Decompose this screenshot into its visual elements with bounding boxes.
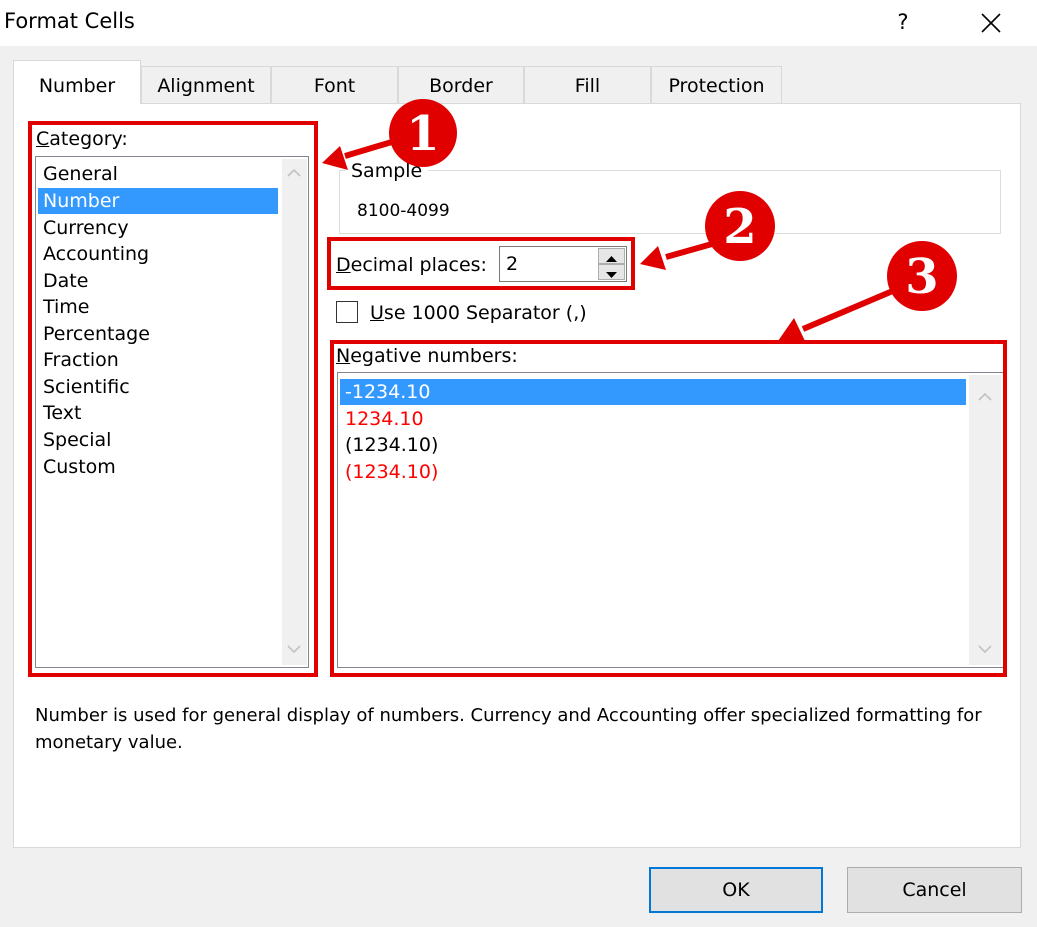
decimal-places-label: Decimal places: bbox=[336, 254, 487, 276]
tab-protection[interactable]: Protection bbox=[651, 66, 782, 103]
list-item[interactable]: (1234.10) bbox=[340, 432, 966, 458]
close-button[interactable] bbox=[974, 6, 1008, 40]
list-item[interactable]: Text bbox=[38, 400, 278, 426]
ok-button[interactable]: OK bbox=[649, 867, 823, 913]
list-item[interactable]: Percentage bbox=[38, 321, 278, 347]
window-title: Format Cells bbox=[4, 9, 135, 33]
tab-border[interactable]: Border bbox=[398, 66, 524, 103]
list-item[interactable]: Number bbox=[38, 188, 278, 214]
use-1000-separator-label[interactable]: Use 1000 Separator (,) bbox=[370, 302, 587, 324]
list-item[interactable]: Date bbox=[38, 268, 278, 294]
tab-alignment[interactable]: Alignment bbox=[141, 66, 271, 103]
cancel-button[interactable]: Cancel bbox=[847, 867, 1022, 913]
list-item[interactable]: 1234.10 bbox=[340, 406, 966, 432]
negative-numbers-scrollbar[interactable] bbox=[969, 375, 1001, 665]
sample-value: 8100-4099 bbox=[357, 201, 450, 221]
spin-down-icon bbox=[606, 272, 617, 278]
list-item[interactable]: General bbox=[38, 161, 278, 187]
sample-label: Sample bbox=[345, 160, 429, 182]
category-label: Category: bbox=[36, 128, 128, 150]
number-tab-panel: Category: General Number Currency Accoun… bbox=[13, 103, 1021, 848]
list-item[interactable]: Fraction bbox=[38, 347, 278, 373]
negative-numbers-label: Negative numbers: bbox=[336, 345, 518, 367]
scroll-down-icon[interactable] bbox=[284, 639, 304, 659]
list-item[interactable]: -1234.10 bbox=[340, 379, 966, 405]
close-icon bbox=[981, 13, 1001, 33]
list-item[interactable]: Custom bbox=[38, 454, 278, 480]
list-item[interactable]: Special bbox=[38, 427, 278, 453]
list-item[interactable]: Currency bbox=[38, 215, 278, 241]
title-bar: Format Cells ? bbox=[0, 0, 1037, 46]
tab-font[interactable]: Font bbox=[271, 66, 398, 103]
help-button[interactable]: ? bbox=[888, 6, 918, 38]
list-item[interactable]: Time bbox=[38, 294, 278, 320]
category-list[interactable]: General Number Currency Accounting Date … bbox=[35, 156, 309, 668]
spin-up-button[interactable] bbox=[598, 248, 625, 264]
list-item[interactable]: Scientific bbox=[38, 374, 278, 400]
list-item[interactable]: (1234.10) bbox=[340, 459, 966, 485]
category-scrollbar[interactable] bbox=[282, 159, 307, 665]
negative-numbers-list[interactable]: -1234.10 1234.10 (1234.10) (1234.10) bbox=[337, 372, 1004, 668]
category-description: Number is used for general display of nu… bbox=[35, 705, 982, 753]
scroll-up-icon[interactable] bbox=[284, 163, 304, 183]
tab-number[interactable]: Number bbox=[13, 60, 141, 104]
spin-down-button[interactable] bbox=[598, 264, 625, 280]
use-1000-separator-checkbox[interactable] bbox=[336, 301, 358, 323]
scroll-down-icon[interactable] bbox=[975, 639, 995, 659]
tab-fill[interactable]: Fill bbox=[524, 66, 651, 103]
scroll-up-icon[interactable] bbox=[975, 387, 995, 407]
list-item[interactable]: Accounting bbox=[38, 241, 278, 267]
